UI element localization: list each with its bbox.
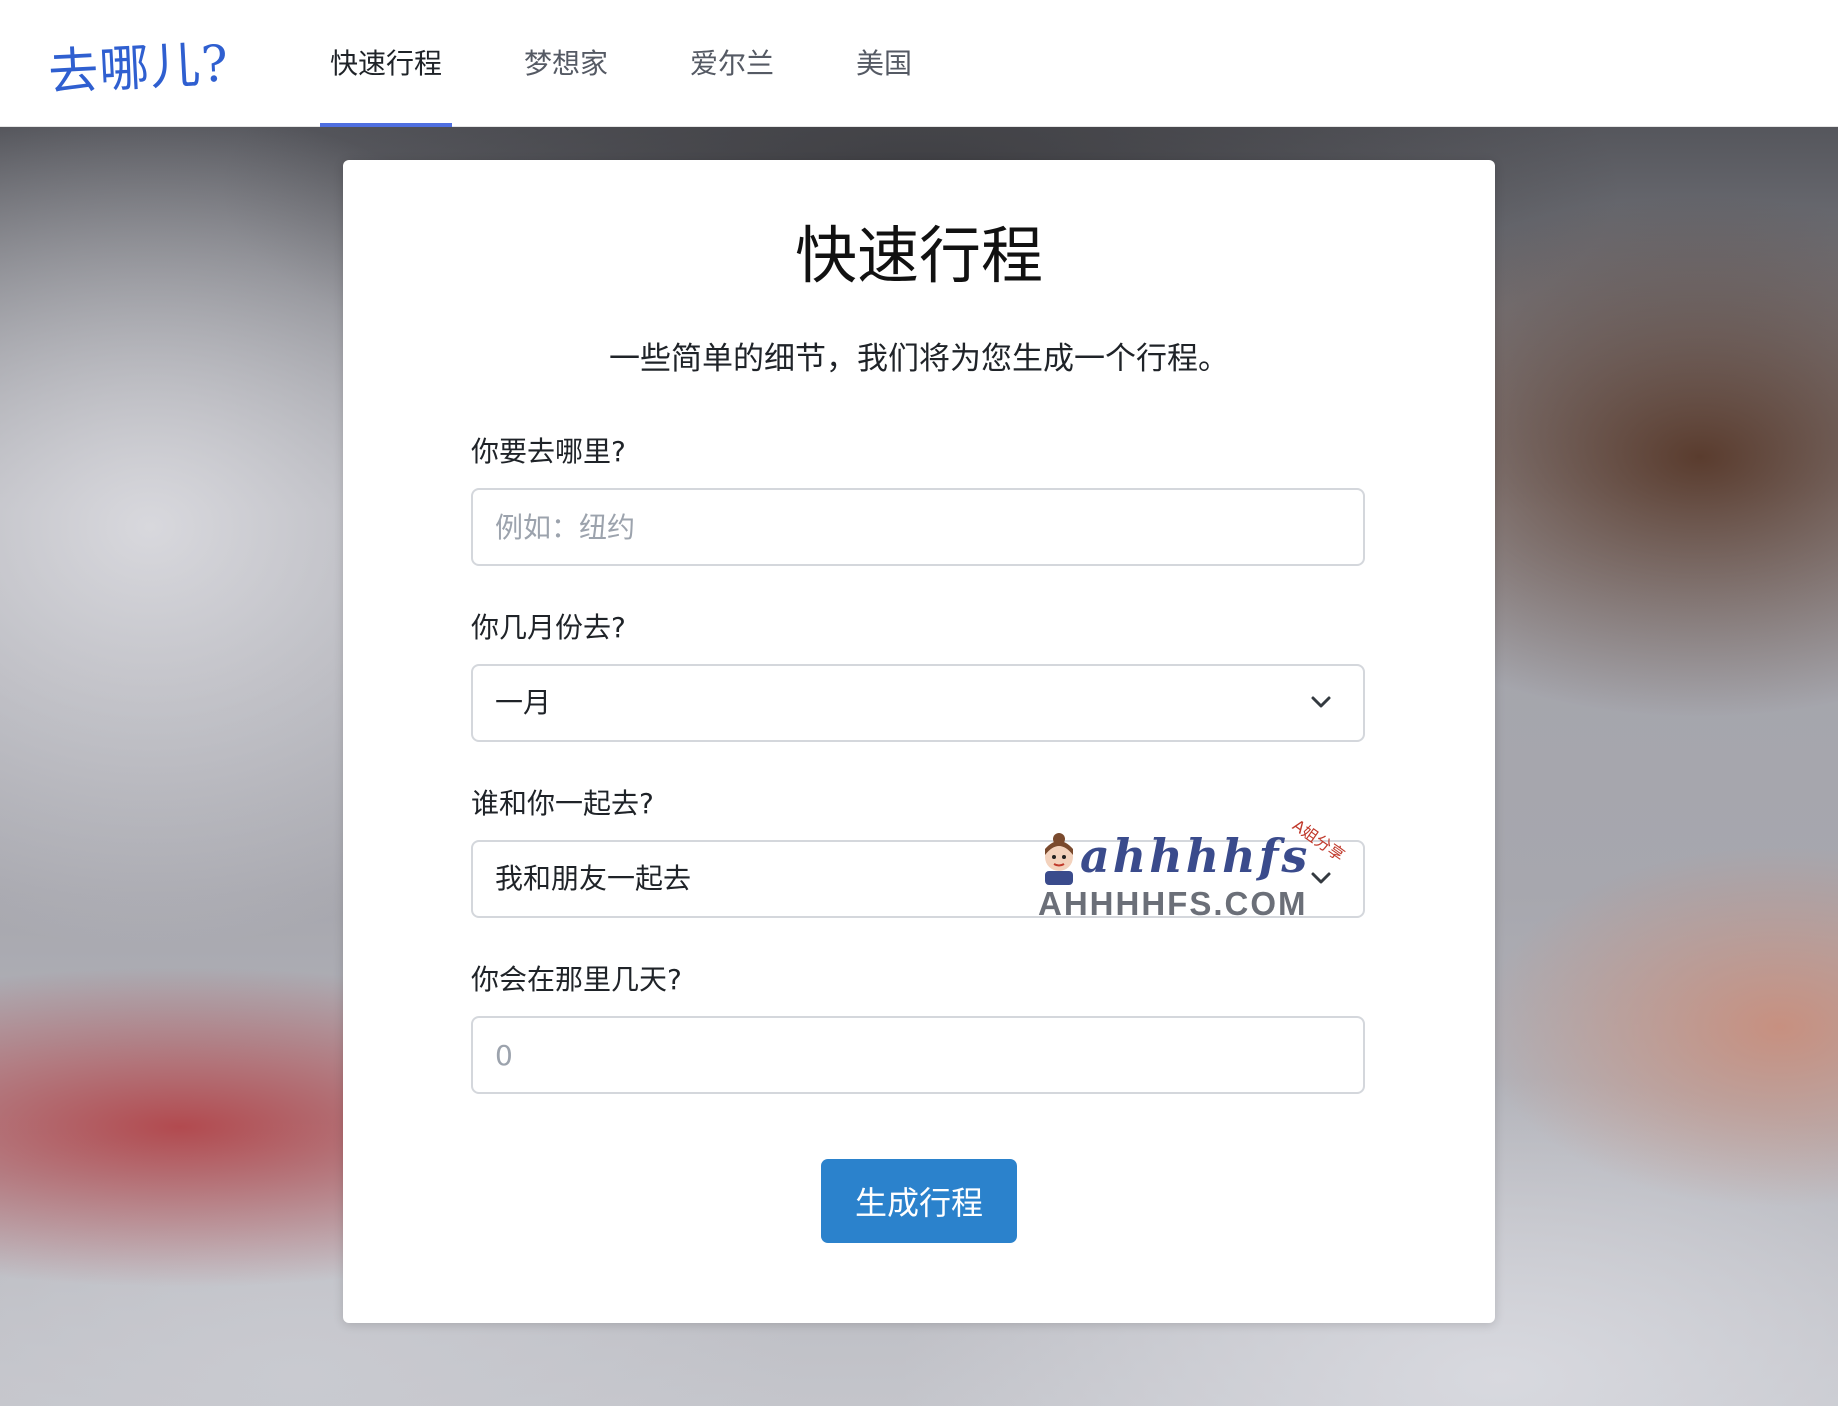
nav-item-ireland[interactable]: 爱尔兰 <box>680 0 784 127</box>
destination-input[interactable] <box>473 490 1363 564</box>
companions-label: 谁和你一起去? <box>471 787 654 820</box>
nav-item-dreamer[interactable]: 梦想家 <box>514 0 618 127</box>
days-label: 你会在那里几天? <box>471 963 682 996</box>
days-field <box>471 1016 1365 1094</box>
form-title: 快速行程 <box>794 219 1043 292</box>
trip-form-card: 快速行程 一些简单的细节，我们将为您生成一个行程。 你要去哪里? 你几月份去? … <box>343 160 1495 1323</box>
navbar: 去哪儿? 快速行程 梦想家 爱尔兰 美国 <box>0 0 1838 127</box>
nav-item-quick-trip[interactable]: 快速行程 <box>320 0 453 127</box>
generate-itinerary-button[interactable]: 生成行程 <box>821 1159 1017 1243</box>
destination-field <box>471 488 1365 566</box>
chevron-down-icon <box>1311 872 1331 884</box>
nav-item-usa[interactable]: 美国 <box>846 0 922 127</box>
form-subtitle: 一些简单的细节，我们将为您生成一个行程。 <box>609 341 1229 377</box>
destination-label: 你要去哪里? <box>471 435 626 468</box>
days-input[interactable] <box>473 1018 1363 1092</box>
chevron-down-icon <box>1311 696 1331 708</box>
companions-selected-value: 我和朋友一起去 <box>495 862 692 895</box>
month-selected-value: 一月 <box>495 686 552 719</box>
nav-tabs: 快速行程 梦想家 爱尔兰 美国 <box>320 0 984 127</box>
month-label: 你几月份去? <box>471 611 626 644</box>
companions-select[interactable]: 我和朋友一起去 <box>471 840 1365 918</box>
month-select[interactable]: 一月 <box>471 664 1365 742</box>
brand-logo[interactable]: 去哪儿? <box>46 23 231 104</box>
